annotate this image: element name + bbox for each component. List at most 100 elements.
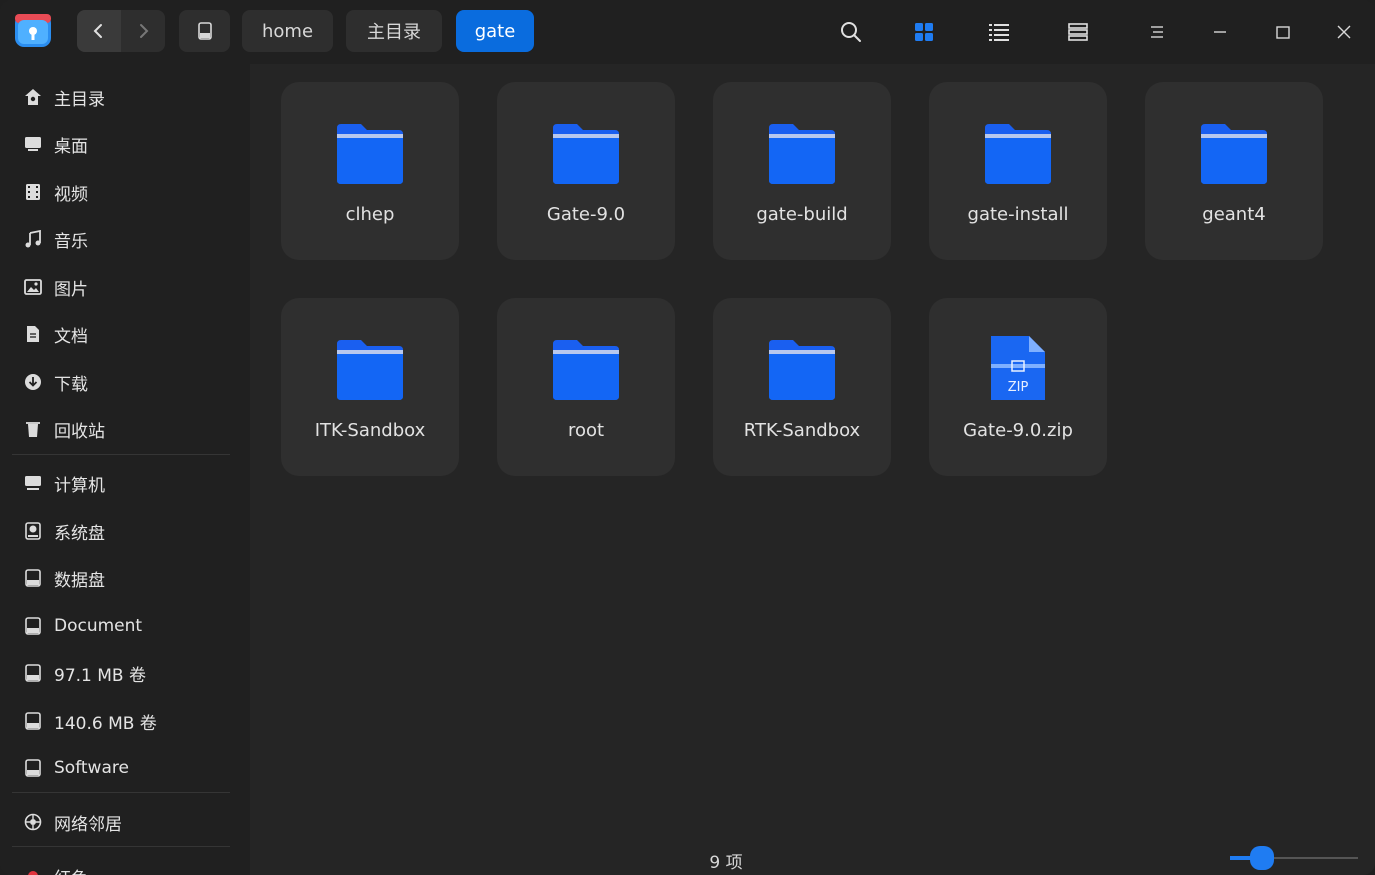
close-button[interactable] <box>1324 12 1364 52</box>
disk-icon <box>22 567 44 589</box>
back-button[interactable] <box>77 10 121 52</box>
menu-icon <box>1151 26 1163 38</box>
close-icon <box>1337 25 1351 39</box>
sidebar-item-network[interactable]: 网络邻居 <box>12 802 232 842</box>
zip-archive-icon: ZIP <box>991 336 1045 400</box>
sidebar-item-label: 计算机 <box>54 475 105 496</box>
download-icon <box>22 371 44 393</box>
red-tag-icon <box>22 865 44 875</box>
icon-view-button[interactable] <box>904 12 944 52</box>
file-name: RTK-Sandbox <box>743 420 861 441</box>
sidebar-item-downloads[interactable]: 下载 <box>12 362 232 402</box>
sidebar-item-label: 数据盘 <box>54 570 105 591</box>
sidebar-item-label: 视频 <box>54 184 88 205</box>
breadcrumb-gate[interactable]: gate <box>456 10 534 52</box>
breadcrumb-user-home[interactable]: 主目录 <box>346 10 442 52</box>
sidebar-item-label: 音乐 <box>54 231 88 252</box>
file-item-gate-install[interactable]: gate-install <box>929 82 1107 260</box>
folder-icon <box>553 124 619 184</box>
folder-icon <box>337 124 403 184</box>
file-item-root[interactable]: root <box>497 298 675 476</box>
sidebar-divider <box>12 792 230 793</box>
home-icon <box>22 86 44 108</box>
chevron-right-icon <box>140 24 149 38</box>
folder-icon <box>337 340 403 400</box>
sidebar-item-label: 图片 <box>54 279 88 300</box>
file-manager-window: home 主目录 gate 主目录 桌面 视频 音乐 图片 文档 下载 回收站 … <box>0 0 1375 875</box>
system-disk-icon <box>22 520 44 542</box>
sidebar-item-label: 下载 <box>54 374 88 395</box>
sidebar-item-video[interactable]: 视频 <box>12 172 232 212</box>
sidebar-item-music[interactable]: 音乐 <box>12 219 232 259</box>
detail-view-button[interactable] <box>1058 12 1098 52</box>
sidebar-divider <box>12 846 230 847</box>
file-item-gate-9.0-zip[interactable]: ZIP Gate-9.0.zip <box>929 298 1107 476</box>
folder-icon <box>1201 124 1267 184</box>
sidebar-item-trash[interactable]: 回收站 <box>12 409 232 449</box>
sidebar-item-label: 97.1 MB 卷 <box>54 665 146 686</box>
folder-icon <box>769 124 835 184</box>
zip-badge-label: ZIP <box>1008 380 1029 395</box>
disk-icon <box>22 615 44 637</box>
sidebar-item-desktop[interactable]: 桌面 <box>12 124 232 164</box>
navigation-buttons <box>77 10 165 52</box>
forward-button[interactable] <box>121 10 165 52</box>
music-icon <box>22 228 44 250</box>
file-item-gate-build[interactable]: gate-build <box>713 82 891 260</box>
file-name: root <box>567 420 605 441</box>
file-item-clhep[interactable]: clhep <box>281 82 459 260</box>
file-name: clhep <box>345 204 395 225</box>
file-item-geant4[interactable]: geant4 <box>1145 82 1323 260</box>
file-name: Gate-9.0 <box>546 204 626 225</box>
minimize-button[interactable] <box>1200 12 1240 52</box>
detail-view-icon <box>1068 23 1088 41</box>
search-icon <box>841 22 861 42</box>
folder-icon <box>769 340 835 400</box>
sidebar-item-volume-97mb[interactable]: 97.1 MB 卷 <box>12 653 232 693</box>
breadcrumb-disk[interactable] <box>179 10 230 52</box>
file-item-itk-sandbox[interactable]: ITK-Sandbox <box>281 298 459 476</box>
breadcrumb-home[interactable]: home <box>242 10 333 52</box>
file-name: gate-build <box>756 204 848 225</box>
sidebar-item-label: 桌面 <box>54 136 88 157</box>
maximize-button[interactable] <box>1263 12 1303 52</box>
slider-thumb[interactable] <box>1250 846 1274 870</box>
computer-icon <box>22 472 44 494</box>
maximize-icon <box>1276 26 1290 39</box>
picture-icon <box>22 276 44 298</box>
sidebar-item-label: Document <box>54 616 143 636</box>
sidebar-item-home[interactable]: 主目录 <box>12 77 232 117</box>
sidebar-item-pictures[interactable]: 图片 <box>12 267 232 307</box>
list-view-icon <box>989 24 1009 41</box>
file-name: ITK-Sandbox <box>314 420 426 441</box>
sidebar-divider <box>12 454 230 455</box>
sidebar-item-red-tag[interactable]: 红色 <box>12 856 232 875</box>
file-name: Gate-9.0.zip <box>963 420 1073 441</box>
title-bar: home 主目录 gate <box>0 0 1375 64</box>
sidebar-item-label: 系统盘 <box>54 523 105 544</box>
sidebar-item-volume-140mb[interactable]: 140.6 MB 卷 <box>12 701 232 741</box>
network-icon <box>22 811 44 833</box>
icon-size-slider[interactable] <box>1228 844 1360 872</box>
sidebar-item-software[interactable]: Software <box>12 748 232 788</box>
disk-icon <box>22 710 44 732</box>
menu-button[interactable] <box>1137 12 1177 52</box>
sidebar-item-data-disk[interactable]: 数据盘 <box>12 558 232 598</box>
sidebar-item-document-volume[interactable]: Document <box>12 606 232 646</box>
search-button[interactable] <box>831 12 871 52</box>
file-item-gate-9.0[interactable]: Gate-9.0 <box>497 82 675 260</box>
chevron-left-icon <box>93 24 102 38</box>
document-icon <box>22 323 44 345</box>
file-manager-logo-icon[interactable] <box>14 11 52 49</box>
sidebar-item-system-disk[interactable]: 系统盘 <box>12 511 232 551</box>
sidebar-item-label: 回收站 <box>54 421 105 442</box>
sidebar-item-documents[interactable]: 文档 <box>12 314 232 354</box>
sidebar-item-label: 140.6 MB 卷 <box>54 713 157 734</box>
sidebar-item-label: 网络邻居 <box>54 814 122 835</box>
list-view-button[interactable] <box>979 12 1019 52</box>
file-name: gate-install <box>967 204 1069 225</box>
sidebar-item-computer[interactable]: 计算机 <box>12 463 232 503</box>
folder-icon <box>985 124 1051 184</box>
file-item-rtk-sandbox[interactable]: RTK-Sandbox <box>713 298 891 476</box>
sidebar-item-label: Software <box>54 758 129 778</box>
